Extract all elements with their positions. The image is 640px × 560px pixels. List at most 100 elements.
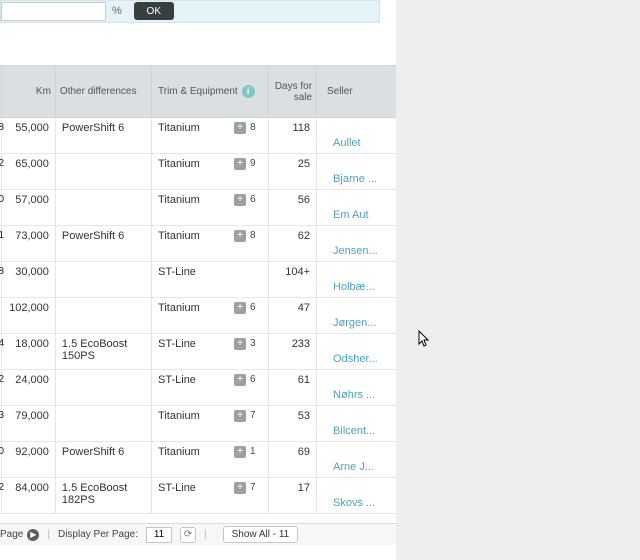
expand-trim-button[interactable]: +: [234, 122, 246, 134]
percent-input[interactable]: [1, 2, 106, 21]
cell-days: 53: [269, 406, 317, 442]
seller-link[interactable]: Nøhrs ...: [333, 389, 375, 401]
cursor-icon: [418, 330, 432, 351]
per-page-input[interactable]: [146, 527, 172, 543]
cell-km: 24,000: [1, 370, 55, 406]
cell-km: 79,000: [1, 406, 55, 442]
cell-seller: Arne J...: [317, 442, 396, 478]
trim-count: 6: [250, 374, 260, 385]
expand-trim-button[interactable]: +: [234, 374, 246, 386]
seller-link[interactable]: Holbæ...: [333, 281, 375, 293]
expand-trim-button[interactable]: +: [234, 338, 246, 350]
cell-trim: Titanium+6: [152, 190, 269, 226]
cell-diff: [55, 154, 151, 190]
table-row[interactable]: 0830,000ST-Line104+Holbæ...: [0, 262, 396, 298]
cell-days: 61: [269, 370, 317, 406]
cell-seller: Jørgen...: [317, 298, 396, 334]
seller-link[interactable]: Bilcent...: [333, 425, 375, 437]
cell-diff: PowerShift 6: [55, 442, 151, 478]
table-row[interactable]: 0173,000PowerShift 6Titanium+862Jensen..…: [0, 226, 396, 262]
cell-days: 69: [269, 442, 317, 478]
hdr-days[interactable]: Days for sale: [269, 66, 317, 118]
cell-seller: Odsher...: [317, 334, 396, 370]
refresh-button[interactable]: ⟳: [180, 527, 196, 543]
hdr-trim[interactable]: Trim & Equipmenti: [152, 66, 269, 118]
cell-km: 92,000: [1, 442, 55, 478]
hdr-seller[interactable]: Seller: [317, 66, 396, 118]
display-per-page-label: Display Per Page:: [58, 529, 138, 540]
seller-link[interactable]: Aullet: [333, 137, 361, 149]
trim-count: 1: [250, 446, 260, 457]
table-row[interactable]: 1092,000PowerShift 6Titanium+169Arne J..…: [0, 442, 396, 478]
cell-trim: ST-Line+6: [152, 370, 269, 406]
hdr-diff[interactable]: Other differences: [55, 66, 151, 118]
table-row[interactable]: 1102,000Titanium+647Jørgen...: [0, 298, 396, 334]
cell-diff: [55, 262, 151, 298]
table-row[interactable]: 0265,000Titanium+925Bjarne ...: [0, 154, 396, 190]
seller-link[interactable]: Skovs ...: [333, 497, 375, 509]
cell-km: 102,000: [1, 298, 55, 334]
ok-button[interactable]: OK: [134, 2, 174, 20]
cell-trim: ST-Line+7: [152, 478, 269, 514]
filter-bar: % OK: [0, 0, 380, 23]
info-icon[interactable]: i: [242, 85, 255, 98]
cell-trim: Titanium+1: [152, 442, 269, 478]
cell-km: 65,000: [1, 154, 55, 190]
cell-days: 104+: [269, 262, 317, 298]
cell-diff: [55, 370, 151, 406]
cell-diff: PowerShift 6: [55, 118, 151, 154]
expand-trim-button[interactable]: +: [234, 230, 246, 242]
expand-trim-button[interactable]: +: [234, 482, 246, 494]
trim-count: 7: [250, 410, 260, 421]
next-page-button[interactable]: ▶: [27, 529, 39, 541]
seller-link[interactable]: Bjarne ...: [333, 173, 377, 185]
cell-trim: Titanium+7: [152, 406, 269, 442]
table-row[interactable]: 0855,000PowerShift 6Titanium+8118Aullet: [0, 118, 396, 154]
cell-seller: Skovs ...: [317, 478, 396, 514]
trim-count: 9: [250, 158, 260, 169]
cell-km: 18,000: [1, 334, 55, 370]
expand-trim-button[interactable]: +: [234, 302, 246, 314]
page-label: Page: [0, 529, 23, 540]
table-row[interactable]: 1057,000Titanium+656Em Aut: [0, 190, 396, 226]
cell-days: 47: [269, 298, 317, 334]
table-row[interactable]: 0418,0001.5 EcoBoost 150PSST-Line+3233Od…: [0, 334, 396, 370]
expand-trim-button[interactable]: +: [234, 194, 246, 206]
seller-link[interactable]: Arne J...: [333, 461, 374, 473]
seller-link[interactable]: Em Aut: [333, 209, 368, 221]
table-row[interactable]: 0224,000ST-Line+661Nøhrs ...: [0, 370, 396, 406]
cell-km: 84,000: [1, 478, 55, 514]
expand-trim-button[interactable]: +: [234, 410, 246, 422]
cell-trim: Titanium+9: [152, 154, 269, 190]
cell-km: 55,000: [1, 118, 55, 154]
hdr-km[interactable]: Km: [1, 66, 55, 118]
cell-days: 118: [269, 118, 317, 154]
table-row[interactable]: 0379,000Titanium+753Bilcent...: [0, 406, 396, 442]
cell-km: 30,000: [1, 262, 55, 298]
cell-trim: ST-Line+3: [152, 334, 269, 370]
cell-seller: Aullet: [317, 118, 396, 154]
cell-seller: Nøhrs ...: [317, 370, 396, 406]
cell-diff: 1.5 EcoBoost 150PS: [55, 334, 151, 370]
cell-days: 62: [269, 226, 317, 262]
seller-link[interactable]: Odsher...: [333, 353, 378, 365]
table-row[interactable]: 0284,0001.5 EcoBoost 182PSST-Line+717Sko…: [0, 478, 396, 514]
trim-count: 8: [250, 230, 260, 241]
seller-link[interactable]: Jørgen...: [333, 317, 376, 329]
show-all-button[interactable]: Show All - 11: [223, 526, 299, 543]
trim-count: 7: [250, 482, 260, 493]
page-panel: % OK g. Km Other differences Trim & Equi…: [0, 0, 396, 560]
trim-count: 3: [250, 338, 260, 349]
trim-count: 6: [250, 302, 260, 313]
cell-days: 25: [269, 154, 317, 190]
cell-days: 56: [269, 190, 317, 226]
trim-count: 8: [250, 122, 260, 133]
cell-diff: 1.5 EcoBoost 182PS: [55, 478, 151, 514]
expand-trim-button[interactable]: +: [234, 446, 246, 458]
expand-trim-button[interactable]: +: [234, 158, 246, 170]
cell-seller: Em Aut: [317, 190, 396, 226]
cell-diff: PowerShift 6: [55, 226, 151, 262]
trim-count: 6: [250, 194, 260, 205]
cell-trim: Titanium+6: [152, 298, 269, 334]
seller-link[interactable]: Jensen...: [333, 245, 378, 257]
